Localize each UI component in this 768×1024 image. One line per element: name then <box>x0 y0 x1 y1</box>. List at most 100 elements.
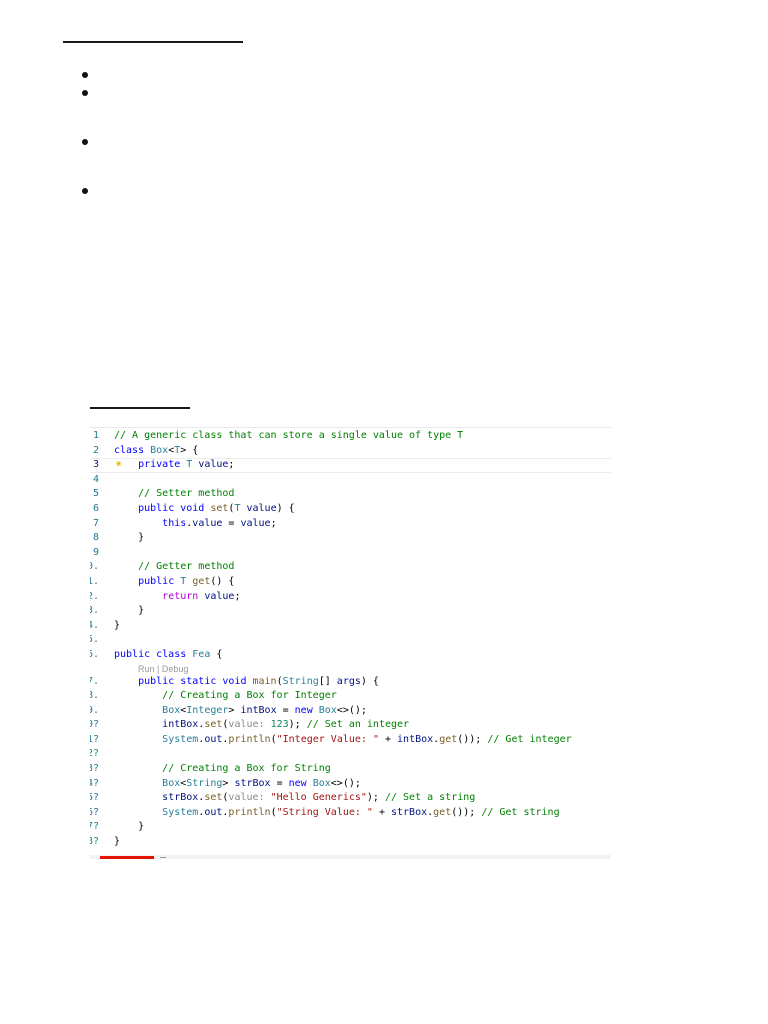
code-line[interactable]: 5 // Setter method <box>90 487 611 502</box>
code-token: public void <box>138 502 211 514</box>
code-line[interactable]: ?3 // Creating a Box for String <box>90 762 611 777</box>
line-number: ?6 <box>90 806 99 818</box>
line-number: .7 <box>90 675 99 687</box>
code-area[interactable]: 1 // A generic class that can store a sin… <box>90 429 611 850</box>
code-token: () { <box>210 575 235 587</box>
code-line[interactable]: .6 public class Fea { <box>90 648 611 663</box>
code-token: set <box>204 719 223 731</box>
line-number: .4 <box>90 619 99 631</box>
line-number: ?0 <box>90 719 99 731</box>
code-token: = <box>222 517 241 529</box>
line-number: ?7 <box>90 821 99 833</box>
code-token: public class <box>114 648 193 660</box>
code-editor[interactable]: 1 // A generic class that can store a sin… <box>90 413 611 859</box>
code-token: // A generic class that can store a sing… <box>114 430 464 441</box>
code-token: + <box>372 806 391 818</box>
code-text: } <box>114 531 144 546</box>
code-line[interactable]: 6 public void set(T value) { <box>90 502 611 517</box>
code-line[interactable]: ?6 System.out.println("String Value: " +… <box>90 806 611 821</box>
code-token: // Setter method <box>138 488 235 500</box>
code-text: Box<Integer> intBox = new Box<>(); <box>114 704 367 719</box>
code-token: // Get string <box>481 806 560 818</box>
code-token: T <box>186 459 199 471</box>
code-token: get <box>439 733 458 745</box>
code-text: // Getter method <box>114 560 234 575</box>
code-line[interactable]: 2 class Box<T> { <box>90 444 611 459</box>
code-line[interactable]: ?0 intBox.set(value: 123); // Set an int… <box>90 718 611 733</box>
code-token: strBox <box>162 792 199 804</box>
code-text: intBox.set(value: 123); // Set an intege… <box>114 718 409 733</box>
code-token: args <box>336 675 361 687</box>
code-token: "Hello Generics" <box>270 792 367 804</box>
code-token: Box <box>162 704 181 716</box>
code-line[interactable]: ?7 } <box>90 820 611 835</box>
code-line[interactable]: ?1 System.out.println("Integer Value: " … <box>90 733 611 748</box>
code-token: [] <box>318 675 337 687</box>
line-number: 7 <box>92 517 99 529</box>
code-line[interactable]: .1 public T get() { <box>90 575 611 590</box>
heading-underline <box>63 41 243 43</box>
code-token: T <box>180 575 193 587</box>
code-line[interactable]: .8 // Creating a Box for Integer <box>90 689 611 704</box>
code-text: // Creating a Box for String <box>114 762 331 777</box>
code-line[interactable]: .0 // Getter method <box>90 560 611 575</box>
code-token: return <box>162 590 205 602</box>
code-text: } <box>114 619 120 634</box>
code-token: set <box>210 502 229 514</box>
code-token: > <box>228 704 241 716</box>
code-token: <>(); <box>336 704 367 716</box>
code-text: } <box>114 835 120 850</box>
code-text: } <box>114 604 144 619</box>
code-token: } <box>114 605 145 617</box>
code-line[interactable]: .9 Box<Integer> intBox = new Box<>(); <box>90 704 611 719</box>
code-line[interactable]: 3 ❀ private T value; <box>90 458 611 473</box>
code-token: value <box>240 517 271 529</box>
code-text: // Creating a Box for Integer <box>114 689 337 704</box>
code-line[interactable]: ?4 Box<String> strBox = new Box<>(); <box>90 777 611 792</box>
code-token: main <box>252 675 277 687</box>
code-line[interactable]: .7 public static void main(String[] args… <box>90 675 611 690</box>
code-line[interactable]: ?8} <box>90 835 611 850</box>
code-token: ) { <box>276 502 295 514</box>
code-heading-underline <box>90 407 190 409</box>
code-token: } <box>114 532 145 544</box>
code-line[interactable]: .4} <box>90 619 611 634</box>
code-line[interactable]: .5 <box>90 633 611 648</box>
codelens-label[interactable]: Run | Debug <box>138 663 188 675</box>
line-number: .5 <box>90 634 99 646</box>
codelens-run-debug[interactable]: Run | Debug <box>90 663 611 675</box>
code-line[interactable]: 8 } <box>90 531 611 546</box>
code-token: ) { <box>360 675 379 687</box>
line-number: .1 <box>90 575 99 587</box>
code-token: ; <box>270 517 277 529</box>
code-line[interactable]: .3 } <box>90 604 611 619</box>
code-token: strBox <box>391 806 428 818</box>
code-token: Integer <box>186 704 229 716</box>
code-text: Box<String> strBox = new Box<>(); <box>114 777 361 792</box>
code-line[interactable]: .2 return value; <box>90 590 611 605</box>
code-token: new <box>288 777 313 789</box>
code-line[interactable]: 9 <box>90 546 611 561</box>
code-line[interactable]: 1 // A generic class that can store a sin… <box>90 429 611 444</box>
code-token: String <box>282 675 319 687</box>
code-text: // Setter method <box>114 487 234 502</box>
code-token: ; <box>228 459 235 471</box>
code-token: String <box>186 777 223 789</box>
line-number: 5 <box>92 488 99 500</box>
code-token: private <box>138 459 187 471</box>
code-token: // Set a string <box>384 792 476 804</box>
editor-breadcrumb[interactable] <box>90 413 611 428</box>
code-token: = <box>276 704 295 716</box>
code-line[interactable]: 7 this.value = value; <box>90 517 611 532</box>
code-line[interactable]: ?2 <box>90 747 611 762</box>
code-line[interactable]: ?5 strBox.set(value: "Hello Generics"); … <box>90 791 611 806</box>
code-line[interactable]: 4 <box>90 473 611 488</box>
code-text: return value; <box>114 590 240 605</box>
code-token: public <box>138 575 181 587</box>
code-token: println <box>228 806 271 818</box>
line-number: .3 <box>90 605 99 617</box>
